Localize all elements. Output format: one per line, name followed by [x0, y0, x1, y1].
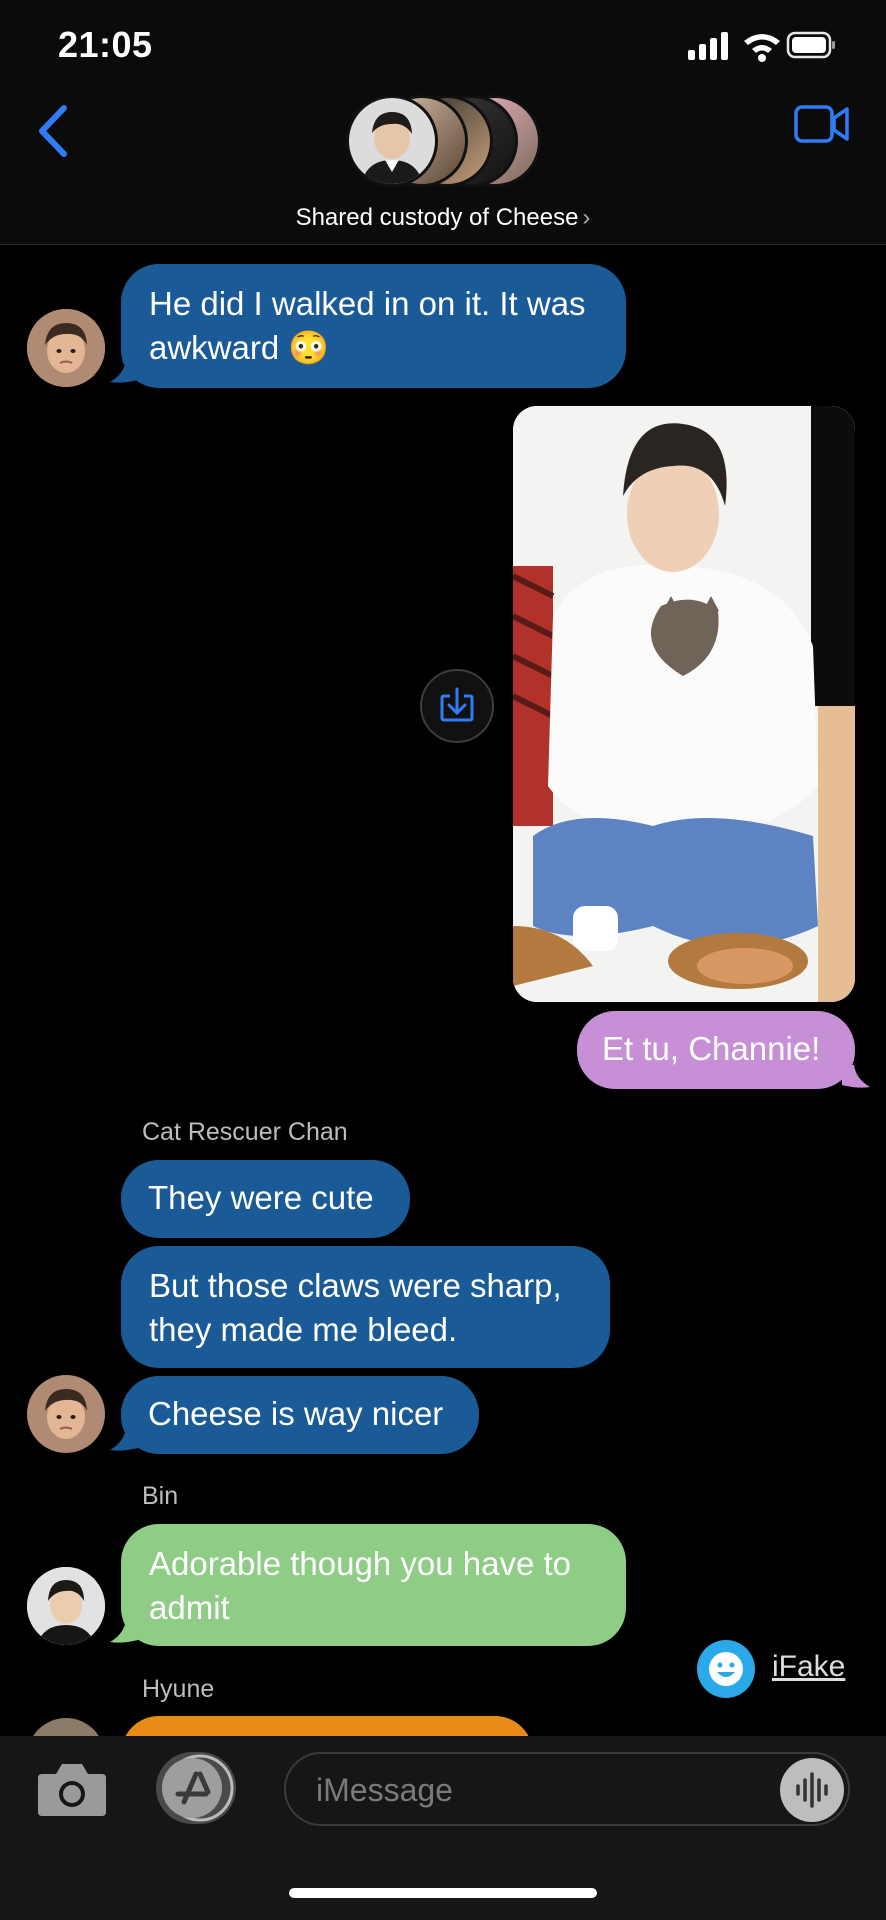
group-avatar-main: [346, 95, 438, 187]
message-bubble[interactable]: They were cute: [121, 1160, 410, 1238]
download-icon: [440, 687, 474, 722]
message-bubble[interactable]: Adorable though you have to admit: [121, 1524, 626, 1646]
photo-message[interactable]: [513, 406, 855, 1002]
waveform-icon: [796, 1772, 828, 1808]
message-bubble[interactable]: He did I walked in on it. It was awkward…: [121, 264, 626, 388]
sender-avatar[interactable]: [27, 1375, 105, 1453]
video-call-icon[interactable]: [794, 104, 850, 144]
ifake-logo-icon: [697, 1640, 755, 1698]
bubble-tail: [842, 1065, 870, 1088]
home-indicator: [289, 1888, 597, 1898]
bubble-tail: [110, 1620, 138, 1643]
group-name-text: Shared custody of Cheese: [295, 204, 579, 231]
imessage-field[interactable]: [314, 1766, 758, 1814]
sent-message-bubble[interactable]: Et tu, Channie!: [577, 1011, 855, 1089]
message-bubble[interactable]: Cheese is way nicer: [121, 1376, 479, 1454]
status-icons: [688, 31, 835, 62]
group-avatar-stack[interactable]: [346, 95, 541, 191]
app-store-button[interactable]: [156, 1752, 236, 1824]
bubble-tail: [110, 1428, 138, 1451]
sender-name: Hyune: [142, 1675, 215, 1703]
battery-icon: [786, 31, 835, 59]
sender-name: Cat Rescuer Chan: [142, 1118, 348, 1146]
message-bubble[interactable]: But those claws were sharp, they made me…: [121, 1246, 610, 1368]
ifake-watermark: iFake: [772, 1650, 846, 1683]
group-name[interactable]: Shared custody of Cheese ›: [0, 204, 886, 232]
app-store-icon: [162, 1754, 234, 1822]
save-to-photos-button[interactable]: [420, 669, 494, 743]
back-chevron-icon[interactable]: [34, 104, 74, 158]
wifi-icon: [744, 34, 780, 62]
status-time: 21:05: [58, 24, 153, 65]
audio-message-button[interactable]: [780, 1758, 844, 1822]
sender-name: Bin: [142, 1482, 179, 1510]
signal-icon: [688, 32, 728, 60]
chevron-right-icon: ›: [582, 204, 591, 231]
sender-avatar[interactable]: [27, 1567, 105, 1645]
sender-avatar[interactable]: [27, 309, 105, 387]
message-input[interactable]: [284, 1752, 850, 1826]
camera-icon[interactable]: [36, 1760, 108, 1818]
